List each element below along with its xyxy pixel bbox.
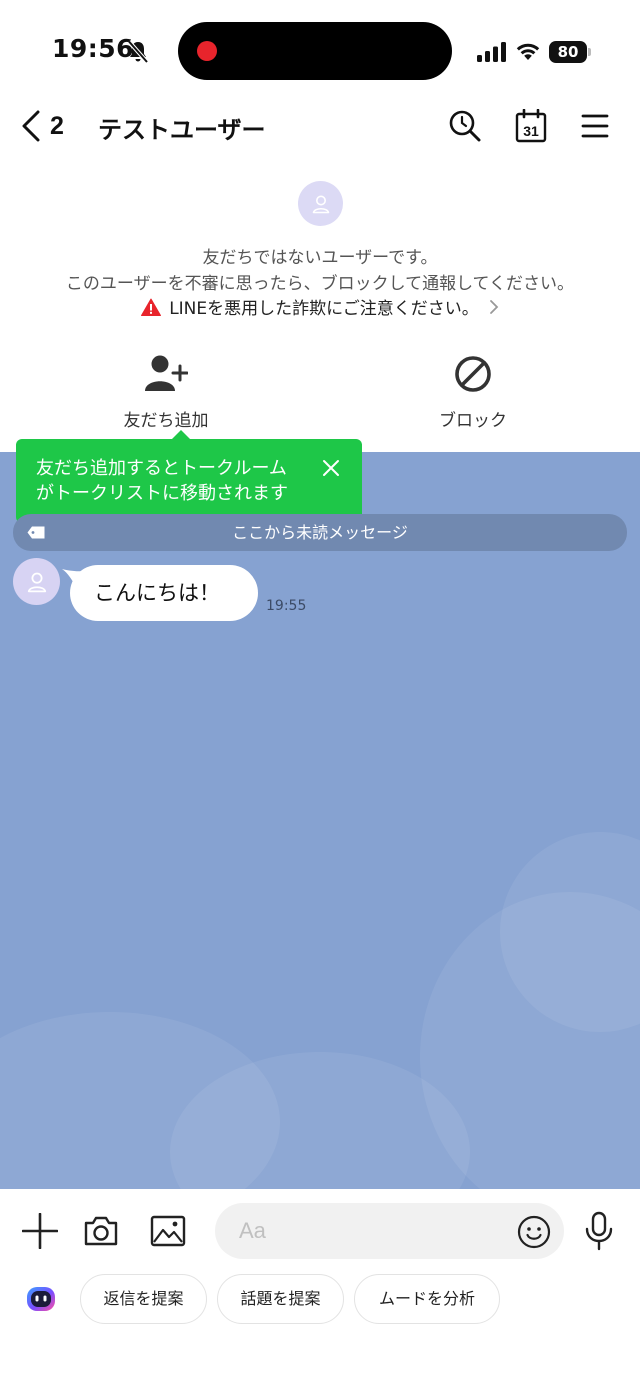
- add-friend-button[interactable]: 友だち追加: [86, 352, 246, 431]
- tag-icon: [27, 526, 45, 539]
- block-icon: [455, 356, 491, 392]
- message-text: こんにちは！: [94, 581, 220, 605]
- chevron-right-icon: [489, 299, 499, 314]
- battery-icon: 80: [549, 41, 591, 63]
- input-area: 返信を提案 話題を提案 ムードを分析: [0, 1189, 640, 1391]
- suggest-reply-chip[interactable]: 返信を提案: [80, 1274, 207, 1324]
- chat-title: テストユーザー: [98, 116, 266, 144]
- message-bubble[interactable]: こんにちは！: [62, 565, 258, 621]
- plus-button[interactable]: [20, 1211, 60, 1251]
- camera-icon: [84, 1216, 118, 1246]
- status-bar: 19:56 80: [0, 0, 640, 96]
- message-time: 19:55: [266, 598, 307, 614]
- plus-icon: [22, 1213, 58, 1249]
- user-icon: [312, 195, 329, 213]
- image-icon: [150, 1215, 186, 1247]
- menu-icon: [581, 114, 609, 138]
- signal-icon: [477, 42, 506, 62]
- battery-level: 80: [549, 41, 587, 63]
- block-label: ブロック: [439, 411, 507, 431]
- analyze-mood-chip[interactable]: ムードを分析: [354, 1274, 500, 1324]
- notice-avatar: [298, 181, 343, 226]
- camera-button[interactable]: [81, 1211, 121, 1251]
- ai-assistant-icon[interactable]: [24, 1282, 58, 1316]
- add-friend-icon: [145, 355, 188, 391]
- suggest-topic-chip[interactable]: 話題を提案: [217, 1274, 344, 1324]
- unread-divider-text: ここから未読メッセージ: [232, 523, 408, 542]
- chat-area[interactable]: [0, 452, 640, 1189]
- calendar-button[interactable]: 31: [511, 106, 551, 146]
- sender-avatar[interactable]: [13, 558, 60, 605]
- add-friend-tooltip: 友だち追加するとトークルーム がトークリストに移動されます: [16, 430, 362, 523]
- notice-line-1: 友だちではないユーザーです。: [202, 248, 438, 268]
- calendar-icon: 31: [515, 109, 547, 143]
- tooltip-arrow: [171, 430, 191, 440]
- fraud-warning-link[interactable]: LINEを悪用した詐欺にご注意ください。: [0, 294, 640, 319]
- back-chevron-icon: [22, 110, 40, 142]
- close-icon[interactable]: [322, 459, 340, 477]
- back-button[interactable]: 2: [20, 106, 64, 146]
- status-time: 19:56: [52, 34, 135, 63]
- chat-header: 2 テストユーザー 31: [0, 96, 640, 156]
- image-button[interactable]: [148, 1211, 188, 1251]
- fraud-warning-text: LINEを悪用した詐欺にご注意ください。: [169, 299, 479, 319]
- stranger-notice: 友だちではないユーザーです。 このユーザーを不審に思ったら、ブロックして通報して…: [0, 156, 640, 452]
- bubble-tail: [62, 569, 84, 587]
- battery-cap: [588, 48, 591, 56]
- block-button[interactable]: ブロック: [393, 352, 553, 431]
- user-icon: [27, 572, 46, 592]
- tooltip-line-1: 友だち追加するとトークルーム: [36, 458, 287, 479]
- notice-line-2: このユーザーを不審に思ったら、ブロックして通報してください。: [65, 274, 575, 294]
- message-input[interactable]: [215, 1203, 564, 1259]
- menu-button[interactable]: [575, 106, 615, 146]
- warning-icon: [141, 298, 162, 316]
- unread-count: 2: [50, 111, 64, 140]
- tooltip-line-2: がトークリストに移動されます: [36, 483, 288, 504]
- unread-divider: ここから未読メッセージ: [13, 514, 627, 551]
- search-icon: [449, 110, 481, 142]
- calendar-day: 31: [523, 123, 539, 139]
- emoji-icon[interactable]: [517, 1215, 551, 1249]
- add-friend-label: 友だち追加: [123, 411, 209, 431]
- search-button[interactable]: [445, 106, 485, 146]
- microphone-icon[interactable]: [583, 1211, 615, 1251]
- bell-muted-icon: [127, 40, 149, 64]
- dynamic-island: [178, 22, 452, 80]
- recording-dot-icon: [197, 41, 217, 61]
- wifi-icon: [516, 43, 540, 60]
